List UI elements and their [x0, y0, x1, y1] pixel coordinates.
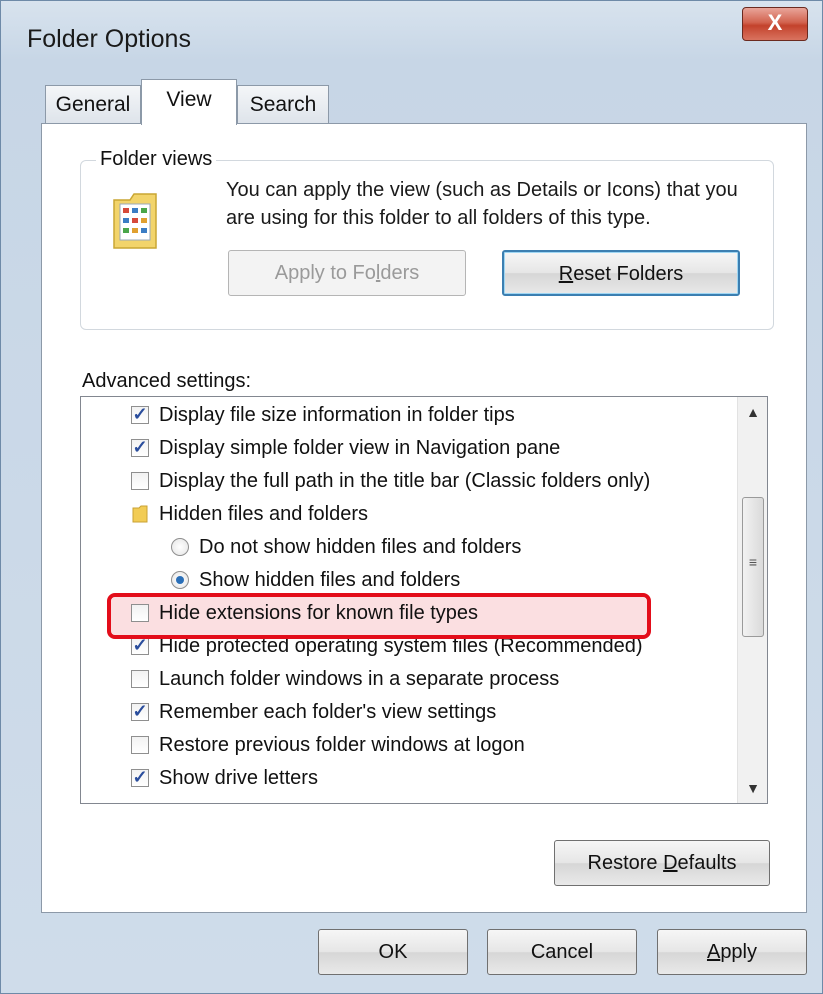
check-icon: ✓	[132, 767, 148, 787]
checkbox-show-drive-letters[interactable]: ✓	[131, 767, 149, 787]
apply-to-folders-label-rest: ders	[380, 262, 420, 284]
list-item-label: Show drive letters	[159, 767, 318, 789]
apply-to-folders-button[interactable]: Apply to Folders	[228, 250, 466, 296]
apply-accel: A	[706, 941, 721, 963]
tab-search[interactable]: Search	[237, 85, 329, 125]
folder-views-description: You can apply the view (such as Details …	[226, 179, 738, 229]
checkbox-hide-extensions[interactable]	[131, 604, 149, 622]
checkbox-remember-view-settings[interactable]: ✓	[131, 701, 149, 721]
check-icon: ✓	[132, 437, 148, 457]
folder-view-icon	[113, 193, 157, 249]
check-icon: ✓	[132, 404, 148, 424]
checkbox-display-file-size[interactable]: ✓	[131, 404, 149, 424]
checkbox-display-simple-folder-view[interactable]: ✓	[131, 437, 149, 457]
close-button[interactable]: X	[742, 7, 808, 41]
vertical-scrollbar[interactable]: ▲ ≡ ▼	[737, 397, 767, 803]
title-bar[interactable]: Folder Options X	[1, 1, 823, 67]
tab-view[interactable]: View	[141, 79, 237, 125]
apply-to-folders-label: Apply to Fo	[274, 262, 376, 284]
cancel-button[interactable]: Cancel	[487, 929, 637, 975]
list-item-label: Hidden files and folders	[159, 503, 369, 525]
list-item-label: Restore previous folder windows at logon	[159, 734, 525, 756]
folder-icon	[132, 505, 148, 523]
apply-label: pply	[720, 941, 758, 963]
view-tab-panel: Folder views You can apply the view (suc…	[41, 123, 807, 913]
restore-defaults-accel: D	[663, 852, 678, 874]
restore-defaults-button[interactable]: Restore Defaults	[554, 840, 770, 886]
checkbox-restore-previous-windows[interactable]	[131, 736, 149, 754]
close-icon: X	[767, 10, 783, 35]
list-item-label: Display simple folder view in Navigation…	[159, 437, 561, 459]
radio-show-hidden[interactable]	[171, 571, 189, 589]
list-item-label: Do not show hidden files and folders	[199, 536, 522, 558]
checkbox-hide-protected-files[interactable]: ✓	[131, 635, 149, 655]
reset-folders-label: eset Folders	[573, 263, 684, 285]
scroll-down-icon[interactable]: ▼	[738, 773, 767, 803]
list-item-label: Remember each folder's view settings	[159, 701, 497, 723]
checkbox-display-full-path[interactable]	[131, 472, 149, 490]
radio-selected-icon	[176, 576, 184, 584]
window-title: Folder Options	[27, 25, 191, 53]
advanced-settings-label: Advanced settings:	[82, 370, 251, 392]
list-item-label: Launch folder windows in a separate proc…	[159, 668, 560, 690]
restore-defaults-label: Restore	[587, 852, 664, 874]
list-item-label: Hide extensions for known file types	[159, 602, 479, 624]
reset-folders-accel: R	[558, 263, 574, 285]
scroll-up-icon[interactable]: ▲	[738, 397, 767, 427]
list-item-label: Display file size information in folder …	[159, 404, 515, 426]
advanced-settings-list[interactable]: ✓ Display file size information in folde…	[80, 396, 768, 804]
check-icon: ✓	[132, 701, 148, 721]
apply-button[interactable]: Apply	[657, 929, 807, 975]
reset-folders-button[interactable]: Reset Folders	[502, 250, 740, 296]
folder-options-window: Folder Options X General View Search Fol…	[0, 0, 823, 994]
scroll-thumb[interactable]: ≡	[742, 497, 764, 637]
folder-views-label: Folder views	[96, 148, 217, 171]
radio-do-not-show-hidden[interactable]	[171, 538, 189, 556]
list-item-label: Display the full path in the title bar (…	[159, 470, 651, 492]
ok-button[interactable]: OK	[318, 929, 468, 975]
tab-general[interactable]: General	[45, 85, 141, 125]
restore-defaults-label-rest: efaults	[677, 852, 737, 874]
checkbox-launch-separate-process[interactable]	[131, 670, 149, 688]
list-item-label: Show hidden files and folders	[199, 569, 461, 591]
grip-icon: ≡	[748, 554, 758, 570]
